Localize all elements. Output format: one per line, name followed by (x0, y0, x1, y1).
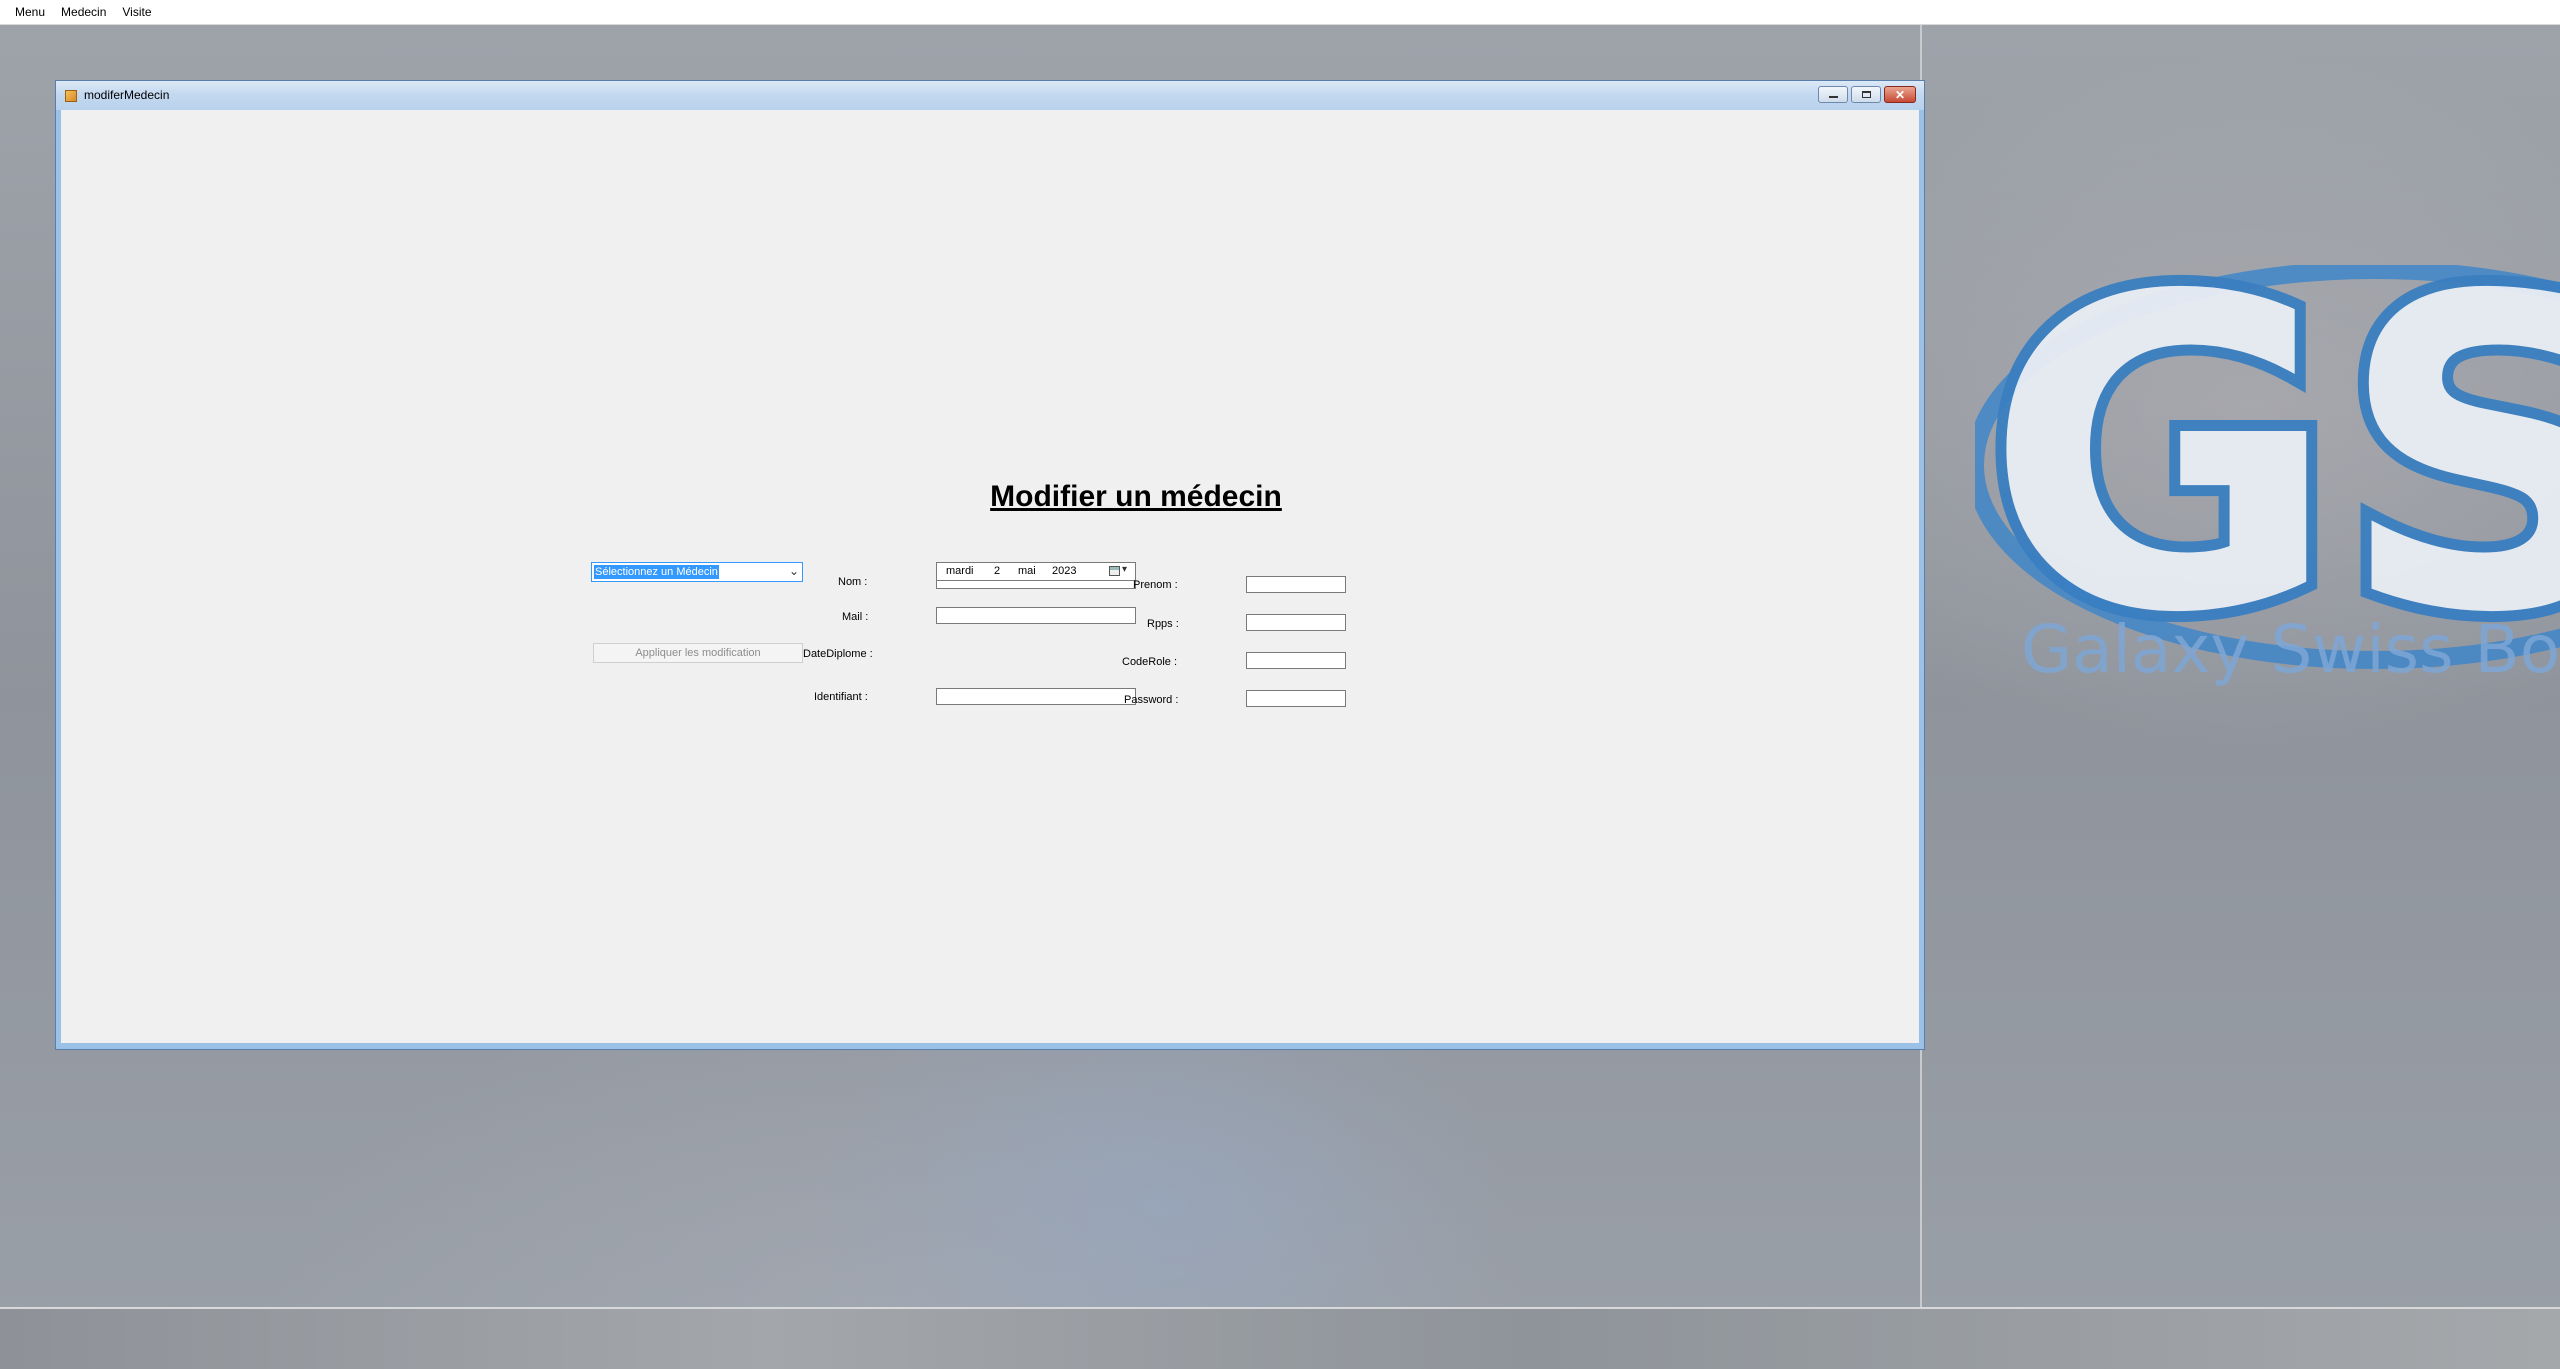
modifier-medecin-window: modiferMedecin ✕ Modifier un médecin Sél… (55, 80, 1925, 1050)
close-icon: ✕ (1894, 87, 1906, 102)
password-field[interactable] (1246, 690, 1346, 707)
chevron-down-icon[interactable]: ⌄ (789, 564, 799, 578)
window-titlebar[interactable]: modiferMedecin ✕ (56, 81, 1924, 110)
date-month[interactable]: mai (1018, 565, 1036, 577)
minimize-icon (1828, 96, 1838, 98)
date-weekday[interactable]: mardi (946, 565, 974, 577)
select-medecin-combobox[interactable]: Sélectionnez un Médecin ⌄ (591, 562, 803, 582)
apply-modification-button[interactable]: Appliquer les modification (593, 643, 803, 663)
code-role-label: CodeRole : (1122, 656, 1178, 668)
date-diplome-label: DateDiplome : (803, 648, 873, 660)
page-title: Modifier un médecin (990, 480, 1282, 513)
identifiant-field[interactable] (936, 688, 1136, 705)
rpps-field[interactable] (1246, 614, 1346, 631)
gsb-logo: GSB Galaxy Swiss Bourdin (1975, 265, 2560, 688)
select-medecin-value: Sélectionnez un Médecin (594, 565, 719, 579)
minimize-button[interactable] (1818, 86, 1848, 103)
date-day[interactable]: 2 (994, 565, 1000, 577)
dropdown-arrow-icon[interactable]: ▾ (1122, 564, 1127, 575)
code-role-field[interactable] (1246, 652, 1346, 669)
date-diplome-picker[interactable]: mardi 2 mai 2023 ▾ (936, 562, 1136, 581)
identifiant-label: Identifiant : (814, 691, 868, 703)
mail-field[interactable] (936, 607, 1136, 624)
close-button[interactable]: ✕ (1884, 86, 1916, 103)
window-app-icon[interactable] (65, 90, 77, 102)
window-controls: ✕ (1815, 86, 1916, 103)
background-bottom-strip (0, 1307, 2560, 1369)
restore-button[interactable] (1851, 86, 1881, 103)
password-label: Password : (1124, 694, 1179, 706)
nom-label: Nom : (838, 576, 868, 588)
prenom-field[interactable] (1246, 576, 1346, 593)
menu-item-menu[interactable]: Menu (8, 0, 54, 24)
window-client-area: Modifier un médecin Sélectionnez un Méde… (61, 110, 1919, 1043)
window-title: modiferMedecin (84, 88, 170, 102)
mail-label: Mail : (842, 611, 869, 623)
restore-icon (1861, 91, 1871, 98)
menu-item-visite[interactable]: Visite (115, 0, 160, 24)
menu-bar: Menu Medecin Visite (0, 0, 2560, 25)
prenom-label: Prenom : (1133, 579, 1178, 591)
gsb-tagline: Galaxy Swiss Bourdin (2021, 611, 2560, 688)
menu-item-medecin[interactable]: Medecin (54, 0, 115, 24)
date-year[interactable]: 2023 (1052, 565, 1076, 577)
rpps-label: Rpps : (1147, 618, 1179, 630)
calendar-icon[interactable] (1109, 566, 1120, 576)
